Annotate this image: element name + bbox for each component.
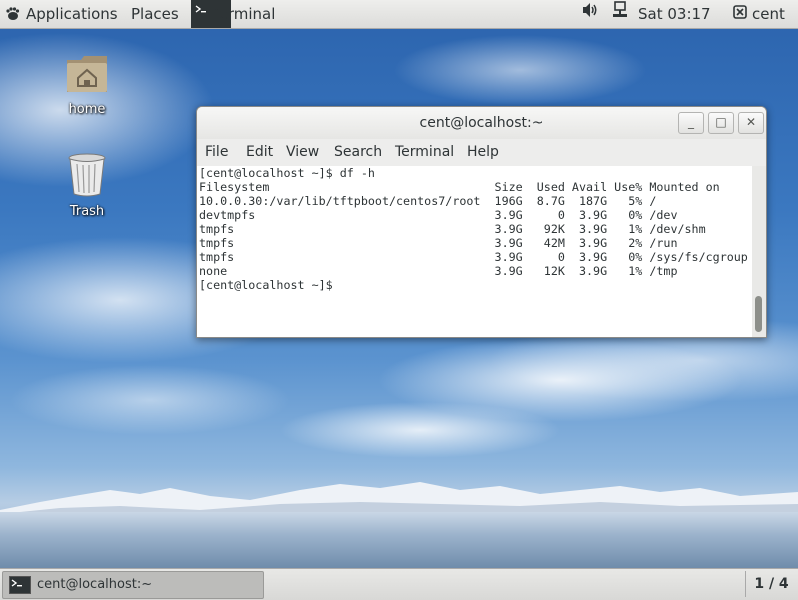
desktop-icon-home[interactable]: home	[47, 52, 127, 117]
volume-indicator[interactable]	[581, 0, 599, 28]
network-indicator[interactable]	[612, 0, 628, 28]
user-menu-icon[interactable]	[733, 0, 747, 28]
terminal-icon	[193, 2, 213, 26]
terminal-output-area[interactable]: [cent@localhost ~]$ df -h Filesystem Siz…	[197, 166, 766, 337]
desktop-icon-label: Trash	[69, 204, 105, 219]
terminal-window[interactable]: cent@localhost:~ _ □ ✕ File Edit View Se…	[196, 106, 767, 338]
top-panel: Applications Places Terminal Sat 03:17 c…	[0, 0, 798, 29]
maximize-button[interactable]: □	[708, 112, 734, 134]
places-menu[interactable]: Places	[131, 0, 179, 28]
menu-file[interactable]: File	[205, 144, 228, 160]
user-menu[interactable]: cent	[752, 0, 785, 28]
maximize-icon: □	[715, 115, 727, 129]
home-folder-icon	[67, 56, 107, 92]
taskbar-terminal-button[interactable]: cent@localhost:~	[2, 571, 264, 599]
menu-terminal[interactable]: Terminal	[395, 144, 454, 160]
desktop-icon-trash[interactable]: Trash	[47, 152, 127, 219]
window-titlebar[interactable]: cent@localhost:~ _ □ ✕	[197, 107, 766, 139]
scrollbar-thumb[interactable]	[755, 296, 762, 332]
minimize-button[interactable]: _	[678, 112, 704, 134]
wallpaper-lake	[0, 512, 798, 568]
speaker-icon	[583, 3, 597, 17]
close-icon: ✕	[745, 115, 757, 129]
terminal-output: [cent@localhost ~]$ df -h Filesystem Siz…	[199, 166, 748, 292]
gnome-foot-icon	[6, 7, 20, 20]
menu-bar: File Edit View Search Terminal Help	[197, 139, 766, 166]
menu-edit[interactable]: Edit	[246, 144, 273, 160]
applications-label: Applications	[26, 5, 118, 23]
minimize-icon: _	[688, 115, 694, 129]
wired-network-icon	[613, 1, 627, 17]
bottom-panel: cent@localhost:~ 1 / 4	[0, 568, 798, 600]
taskbar-terminal-label: cent@localhost:~	[37, 577, 153, 592]
applications-menu[interactable]: Applications	[4, 0, 118, 28]
trash-icon	[68, 153, 106, 197]
user-status-icon	[733, 5, 747, 19]
menu-view[interactable]: View	[286, 144, 319, 160]
clock[interactable]: Sat 03:17	[638, 0, 711, 28]
terminal-menu[interactable]: Terminal	[212, 0, 275, 28]
menu-search[interactable]: Search	[334, 144, 382, 160]
desktop-icon-label: home	[68, 102, 106, 117]
close-button[interactable]: ✕	[738, 112, 764, 134]
terminal-icon	[9, 576, 31, 594]
menu-help[interactable]: Help	[467, 144, 499, 160]
workspace-switcher[interactable]: 1 / 4	[745, 571, 797, 597]
